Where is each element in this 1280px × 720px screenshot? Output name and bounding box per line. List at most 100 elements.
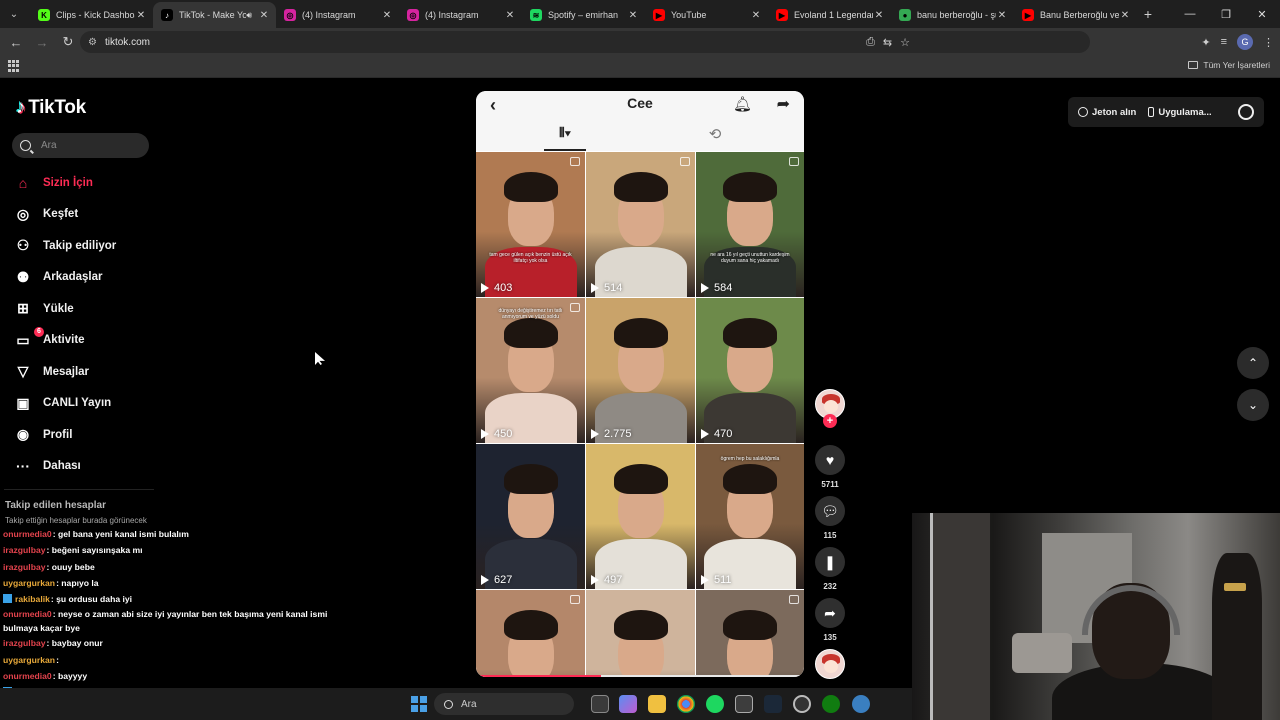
sidebar-item-label: Arkadaşlar — [43, 271, 103, 284]
address-bar[interactable]: ⚙ tiktok.com ⎙ ⇆ ☆ — [80, 31, 1090, 53]
close-window-button[interactable]: ✕ — [1244, 0, 1280, 28]
video-player[interactable]: ‹ Cee 🔔︎ ➦ ⦀▾ ⟲ tam gece gülen açık benz… — [476, 91, 804, 677]
video-thumbnail[interactable]: dünyayı değiştiremez tırı tatlı anmıyoru… — [476, 298, 585, 443]
site-info-icon[interactable]: ⚙ — [88, 37, 97, 48]
task-view-icon[interactable] — [591, 695, 609, 713]
copilot-icon[interactable] — [619, 695, 637, 713]
tab-close-icon[interactable]: ✕ — [873, 10, 885, 21]
previous-video-button[interactable]: ⌃ — [1237, 347, 1269, 379]
install-app-icon[interactable]: ⎙ — [866, 36, 875, 49]
back-button[interactable]: ← — [4, 30, 28, 54]
browser-tab[interactable]: K Clips - Kick Dashboard✕ — [30, 2, 153, 28]
view-count: 450 — [481, 428, 512, 440]
spotify-icon[interactable] — [706, 695, 724, 713]
translate-icon[interactable]: ⇆ — [883, 36, 892, 49]
chevron-down-icon: ⌄ — [1247, 398, 1259, 412]
get-coins-link[interactable]: Jeton alın — [1092, 107, 1136, 118]
get-app-link[interactable]: Uygulama... — [1158, 107, 1211, 118]
profile-avatar[interactable]: G — [1237, 34, 1253, 50]
xbox-icon[interactable] — [822, 695, 840, 713]
video-thumbnail[interactable] — [586, 590, 695, 677]
store-icon[interactable] — [735, 695, 753, 713]
sidebar-item[interactable]: ▽ Mesajlar — [14, 356, 164, 388]
menu-icon[interactable]: ⋮ — [1263, 36, 1274, 49]
tab-close-icon[interactable]: ✕ — [258, 10, 270, 21]
browser-tab[interactable]: ≋ Spotify – emirhan ✕ — [522, 2, 645, 28]
video-thumbnail[interactable]: ögrem hep bu salaklığımla 511 — [696, 444, 804, 589]
obs-icon[interactable] — [793, 695, 811, 713]
tab-close-icon[interactable]: ✕ — [1119, 10, 1131, 21]
video-thumbnail[interactable]: 627 — [476, 444, 585, 589]
save-button[interactable]: ❚ — [815, 547, 845, 577]
taskbar-search[interactable]: Ara — [434, 693, 574, 715]
sidebar-item[interactable]: ▭ 6 Aktivite — [14, 325, 164, 357]
video-thumbnail[interactable]: tam gece gülen açık benzin üstü açık ilt… — [476, 152, 585, 297]
sidebar-item[interactable]: ◎ Keşfet — [14, 199, 164, 231]
file-explorer-icon[interactable] — [648, 695, 666, 713]
sidebar-item[interactable]: ⊞ Yükle — [14, 293, 164, 325]
next-video-button[interactable]: ⌄ — [1237, 389, 1269, 421]
tab-close-icon[interactable]: ✕ — [627, 10, 639, 21]
browser-tab[interactable]: ♪ TikTok - Make Your Day🔊︎ ✕ — [153, 2, 276, 28]
tab-favicon-icon: ▶ — [653, 9, 665, 21]
network-globe-icon[interactable] — [852, 695, 870, 713]
sidebar-item[interactable]: ◉ Profil — [14, 419, 164, 451]
tab-audio-icon[interactable]: 🔊︎ — [246, 10, 252, 21]
browser-tab[interactable]: ▶ Banu Berberoğlu ve İ ✕ — [1014, 2, 1137, 28]
search-input[interactable]: Ara — [12, 133, 149, 158]
video-thumbnail[interactable]: 2.775 — [586, 298, 695, 443]
tab-search-button[interactable]: ⌄ — [4, 4, 24, 24]
comment-button[interactable]: 💬︎ — [815, 496, 845, 526]
reload-button[interactable]: ↻ — [56, 30, 80, 54]
user-avatar[interactable] — [1238, 104, 1254, 120]
windows-start-icon[interactable] — [411, 696, 427, 712]
tab-close-icon[interactable]: ✕ — [750, 10, 762, 21]
view-count-value: 497 — [604, 574, 623, 586]
activity-icon: ▭ — [16, 331, 30, 348]
chrome-icon[interactable] — [677, 695, 695, 713]
follow-plus-icon[interactable]: + — [823, 414, 837, 428]
tab-close-icon[interactable]: ✕ — [135, 10, 147, 21]
browser-tab[interactable]: ◎ (4) Instagram ✕ — [276, 2, 399, 28]
video-progress-bar[interactable] — [476, 675, 804, 677]
sidebar-item[interactable]: ··· Dahası — [14, 451, 164, 483]
maximize-button[interactable]: ❐ — [1208, 0, 1244, 28]
tab-close-icon[interactable]: ✕ — [381, 10, 393, 21]
video-thumbnail[interactable]: ne ara 16 yıl geçti unuttun kardeşim duy… — [696, 152, 804, 297]
minimize-button[interactable]: — — [1172, 0, 1208, 28]
apps-grid-icon[interactable] — [8, 60, 20, 72]
play-icon — [481, 283, 489, 293]
browser-tab[interactable]: ▶ YouTube ✕ — [645, 2, 768, 28]
sidebar-item-label: Profil — [43, 428, 73, 441]
video-thumbnail[interactable]: 514 — [586, 152, 695, 297]
music-disc-avatar[interactable] — [815, 649, 845, 679]
share-button[interactable]: ➦ — [815, 598, 845, 628]
new-tab-button[interactable]: + — [1137, 6, 1159, 22]
steam-icon[interactable] — [764, 695, 782, 713]
sidebar-item[interactable]: ⚇ Takip ediliyor — [14, 230, 164, 262]
media-controls-icon[interactable]: ≡ — [1221, 36, 1227, 48]
sidebar-item[interactable]: ⌂ Sizin İçin — [14, 167, 164, 199]
sidebar-item-label: Dahası — [43, 460, 81, 473]
bookmark-star-icon[interactable]: ☆ — [900, 36, 910, 49]
video-thumbnail[interactable] — [696, 590, 804, 677]
all-bookmarks-button[interactable]: Tüm Yer İşaretleri — [1188, 60, 1270, 70]
forward-button[interactable]: → — [30, 30, 54, 54]
video-thumbnail[interactable]: 497 — [586, 444, 695, 589]
like-button[interactable]: ♥ — [815, 445, 845, 475]
video-thumbnail[interactable] — [476, 590, 585, 677]
browser-tab[interactable]: ● banu berberoğlu - şu ✕ — [891, 2, 1014, 28]
sidebar-item[interactable]: ⚉ Arkadaşlar — [14, 262, 164, 294]
tiktok-logo[interactable]: ♪ TikTok — [16, 97, 86, 119]
tiktok-logo-text: TikTok — [28, 97, 86, 118]
browser-tab[interactable]: ◎ (4) Instagram ✕ — [399, 2, 522, 28]
coin-icon — [1078, 107, 1088, 117]
tab-close-icon[interactable]: ✕ — [504, 10, 516, 21]
chat-badge-icon — [3, 594, 12, 604]
browser-tab[interactable]: ▶ Evoland 1 Legendary Edition✕ — [768, 2, 891, 28]
sidebar-item[interactable]: ▣ CANLI Yayın — [14, 388, 164, 420]
chat-username: irazgulbay — [3, 561, 46, 572]
video-thumbnail[interactable]: 470 — [696, 298, 804, 443]
tab-close-icon[interactable]: ✕ — [996, 10, 1008, 21]
extensions-icon[interactable]: ✦ — [1201, 36, 1210, 49]
